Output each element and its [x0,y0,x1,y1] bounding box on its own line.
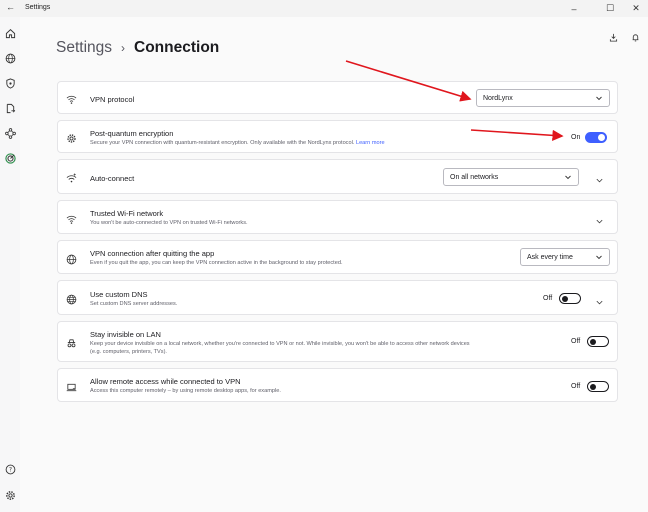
globe-icon [66,252,78,265]
file-share-icon[interactable] [3,101,17,115]
after-quit-label: VPN connection after quitting the app [90,249,215,258]
close-button[interactable]: ✕ [622,0,648,17]
main-content: Settings › Connection VPN protocol NordL… [20,17,648,512]
wifi-icon [66,212,78,224]
chevron-down-icon [565,175,571,180]
auto-connect-value: On all networks [450,173,499,181]
vpn-protocol-select[interactable]: NordLynx [476,89,610,107]
trusted-wifi-description: You won't be auto-connected to VPN on tr… [90,220,248,226]
maximize-button[interactable]: ☐ [596,0,624,17]
auto-connect-select[interactable]: On all networks [443,168,579,186]
invisible-lan-description-line-2: (e.g. computers, printers, TVs). [90,349,167,355]
invisible-lan-description-line-1: Keep your device invisible on a local ne… [90,341,470,347]
custom-dns-label: Use custom DNS [90,290,148,299]
meshnet-icon[interactable] [3,126,17,140]
remote-access-label: Allow remote access while connected to V… [90,377,241,386]
after-quit-value: Ask every time [527,253,573,261]
invisible-lan-card: Stay invisible on LAN Keep your device i… [57,321,618,362]
auto-connect-label: Auto-connect [90,174,135,183]
invisible-lan-label: Stay invisible on LAN [90,330,161,339]
window-title: Settings [25,4,51,11]
post-quantum-description-text: Secure your VPN connection with quantum-… [90,140,355,146]
laptop-icon [66,380,78,392]
breadcrumb-settings[interactable]: Settings [56,39,112,57]
auto-connect-card: Auto-connect On all networks [57,159,618,194]
after-quit-card: VPN connection after quitting the app Ev… [57,240,618,274]
trusted-wifi-card: Trusted Wi-Fi network You won't be auto-… [57,200,618,234]
vpn-protocol-card: VPN protocol NordLynx [57,81,618,114]
gear-icon [66,131,78,143]
remote-access-toggle[interactable] [587,381,609,392]
trusted-wifi-label: Trusted Wi-Fi network [90,209,164,218]
notification-bell-icon[interactable] [631,29,643,42]
settings-gear-icon[interactable] [3,488,17,502]
home-icon[interactable] [3,26,17,40]
vpn-protocol-icon [66,92,78,104]
minimize-button[interactable]: – [560,0,588,17]
download-icon[interactable] [609,29,621,42]
invisible-lan-toggle[interactable] [587,336,609,347]
globe-icon [66,292,78,305]
trusted-wifi-expand-chevron-icon[interactable] [595,213,605,224]
custom-dns-state-label: Off [543,295,553,302]
back-button[interactable]: ← [6,2,15,12]
custom-dns-description: Set custom DNS server addresses. [90,301,178,307]
remote-access-card: Allow remote access while connected to V… [57,368,618,402]
page-title: Connection [134,39,220,56]
breadcrumb-separator: › [121,41,126,55]
remote-access-state-label: Off [571,383,581,390]
custom-dns-expand-chevron-icon[interactable] [595,294,605,305]
post-quantum-label: Post-quantum encryption [90,129,174,138]
shield-icon[interactable] [3,76,17,90]
svg-text:?: ? [8,466,11,473]
post-quantum-toggle[interactable] [585,132,607,143]
remote-access-description: Access this computer remotely – by using… [90,388,281,394]
custom-dns-card: Use custom DNS Set custom DNS server add… [57,280,618,315]
after-quit-description: Even if you quit the app, you can keep t… [90,260,343,266]
post-quantum-state-label: On [571,134,581,141]
chevron-down-icon [596,96,602,101]
auto-connect-expand-chevron-icon[interactable] [595,172,605,183]
chevron-down-icon [596,255,602,260]
learn-more-link[interactable]: Learn more [356,140,385,146]
navigation-rail: ? [0,17,20,512]
invisible-lan-state-label: Off [571,338,581,345]
breadcrumb: Settings › Connection [56,39,219,57]
custom-dns-toggle[interactable] [559,293,581,304]
globe-icon[interactable] [3,51,17,65]
wifi-auto-icon [66,171,78,183]
threat-protection-icon[interactable] [3,151,17,165]
incognito-icon [66,336,78,348]
vpn-protocol-label: VPN protocol [90,95,135,104]
post-quantum-card: Post-quantum encryption Secure your VPN … [57,120,618,153]
after-quit-select[interactable]: Ask every time [520,248,610,266]
help-icon[interactable]: ? [3,462,17,476]
post-quantum-description: Secure your VPN connection with quantum-… [90,139,385,147]
title-bar: ← Settings – ☐ ✕ [0,0,648,17]
vpn-protocol-value: NordLynx [483,94,513,102]
